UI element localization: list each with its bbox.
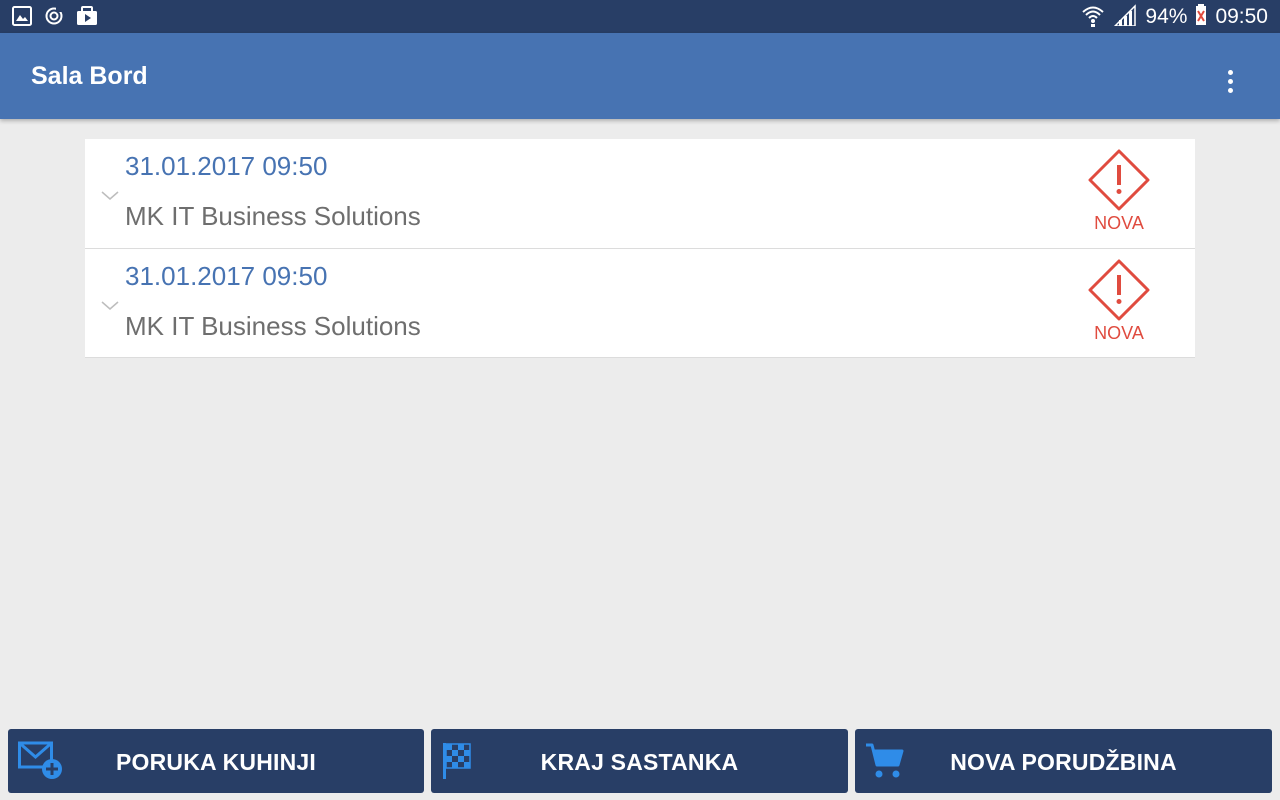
battery-percent: 94% — [1145, 5, 1188, 28]
order-list: 31.01.2017 09:50 MK IT Business Solution… — [85, 139, 1195, 358]
order-row[interactable]: 31.01.2017 09:50 MK IT Business Solution… — [85, 249, 1195, 358]
sync-icon — [44, 6, 64, 26]
status-badge: NOVA — [1094, 213, 1144, 233]
order-datetime: 31.01.2017 09:50 — [125, 151, 328, 181]
order-client: MK IT Business Solutions — [125, 201, 421, 231]
end-meeting-button[interactable]: KRAJ SASTANKA — [431, 729, 848, 793]
gallery-icon — [12, 6, 32, 26]
wifi-icon — [1081, 3, 1105, 32]
app-bar: Sala Bord — [0, 33, 1280, 119]
warning-diamond-icon — [1087, 149, 1151, 211]
status-badge: NOVA — [1094, 323, 1144, 343]
battery-icon — [1195, 3, 1207, 31]
order-row[interactable]: 31.01.2017 09:50 MK IT Business Solution… — [85, 139, 1195, 249]
order-client: MK IT Business Solutions — [125, 311, 421, 341]
chevron-down-icon[interactable] — [101, 298, 119, 316]
status-bar-notifications — [12, 6, 98, 26]
app-title: Sala Bord — [31, 62, 148, 90]
clock: 09:50 — [1215, 5, 1268, 28]
more-vert-icon[interactable] — [1212, 63, 1248, 99]
media-icon — [76, 6, 98, 26]
order-status: NOVA — [1087, 149, 1151, 235]
new-order-label: NOVA PORUDŽBINA — [950, 749, 1177, 775]
warning-diamond-icon — [1087, 259, 1151, 321]
status-bar-system: 94% 09:50 — [1081, 3, 1268, 32]
order-status: NOVA — [1087, 259, 1151, 345]
chevron-down-icon[interactable] — [101, 188, 119, 206]
status-bar: 94% 09:50 — [0, 0, 1280, 33]
new-order-button[interactable]: NOVA PORUDŽBINA — [855, 729, 1272, 793]
message-kitchen-label: PORUKA KUHINJI — [115, 749, 317, 775]
order-datetime: 31.01.2017 09:50 — [125, 261, 328, 291]
end-meeting-label: KRAJ SASTANKA — [540, 749, 739, 775]
signal-icon — [1113, 3, 1137, 31]
action-bar: PORUKA KUHINJI KRAJ SASTANKA NOVA PORUDŽ… — [0, 729, 1280, 793]
message-kitchen-button[interactable]: PORUKA KUHINJI — [8, 729, 424, 793]
